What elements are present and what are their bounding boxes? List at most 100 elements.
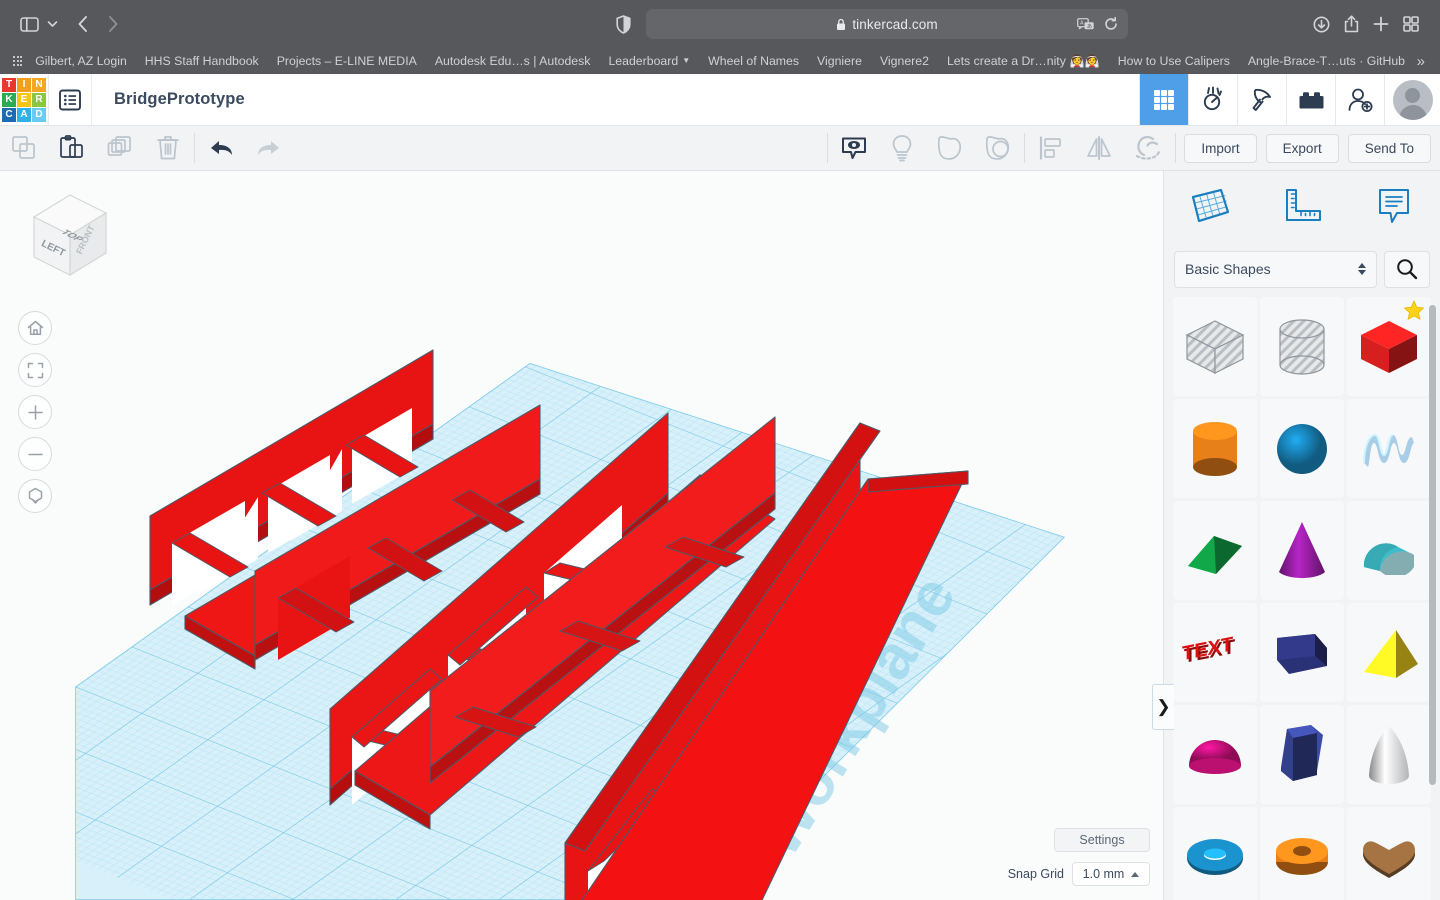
logo-letter: I [17, 77, 31, 92]
main-area: Workplane TOP LEFT FRONT Settings Snap G… [0, 171, 1440, 900]
align-icon [1027, 126, 1075, 171]
bookmark-how-to-use-calipers[interactable]: How to Use Calipers [1109, 52, 1239, 70]
export-button[interactable]: Export [1265, 133, 1339, 163]
scene-3d[interactable]: Workplane [0, 171, 1163, 900]
bookmark-projects-eline-media[interactable]: Projects – E-LINE MEDIA [268, 52, 426, 70]
shape-cylinder-hole[interactable] [1260, 297, 1344, 396]
star-icon [1403, 300, 1425, 321]
search-icon[interactable] [1384, 250, 1430, 288]
shapes-scroll-area[interactable]: TEXT TEXT [1164, 297, 1440, 900]
panel-collapse-handle[interactable]: ❯ [1152, 684, 1174, 730]
svg-text:A: A [1080, 20, 1084, 26]
shape-polygon-navy[interactable] [1260, 603, 1344, 702]
logo-letter: N [32, 77, 46, 92]
bookmark-label: Gilbert, AZ Login [35, 54, 127, 68]
shape-heart-brown[interactable] [1347, 807, 1431, 900]
shape-halfsphere-pink[interactable] [1173, 705, 1257, 804]
shape-box-red[interactable] [1347, 297, 1431, 396]
design-canvas[interactable]: Workplane TOP LEFT FRONT Settings Snap G… [0, 171, 1163, 900]
redo-icon [245, 126, 293, 171]
snap-grid-select[interactable]: 1.0 mm [1072, 862, 1150, 886]
add-person-icon[interactable] [1335, 74, 1384, 125]
page-title[interactable]: BridgePrototype [92, 74, 245, 125]
ungroup-icon [974, 126, 1022, 171]
view-cube[interactable]: TOP LEFT FRONT [12, 179, 117, 284]
bookmark-label: Autodesk Edu…s | Autodesk [434, 54, 591, 68]
shape-tube-orange[interactable] [1260, 807, 1344, 900]
bookmark-wheel-of-names[interactable]: Wheel of Names [699, 52, 808, 70]
sidebar-toggle-icon[interactable] [14, 10, 44, 38]
lego-brick-icon[interactable] [1286, 74, 1335, 125]
toolbar-divider [827, 133, 829, 163]
apps-grid-icon[interactable] [13, 56, 23, 66]
reload-icon[interactable] [1104, 17, 1118, 31]
avatar[interactable] [1384, 74, 1440, 125]
bookmark-leaderboard[interactable]: Leaderboard ▼ [599, 52, 699, 70]
shape-cylinder-orange[interactable] [1173, 399, 1257, 498]
zoom-in-icon[interactable] [18, 395, 52, 429]
bookmark-autodesk-edu[interactable]: Autodesk Edu…s | Autodesk [426, 52, 600, 70]
plus-icon[interactable] [1366, 10, 1396, 38]
pickaxe-minecraft-icon[interactable] [1237, 74, 1286, 125]
shape-category-select[interactable]: Basic Shapes [1174, 250, 1377, 288]
address-bar[interactable]: tinkercad.com A あ [646, 9, 1128, 39]
panel-scrollbar[interactable] [1429, 305, 1436, 785]
shape-cone-purple[interactable] [1260, 501, 1344, 600]
shape-halfcylinder-teal[interactable] [1347, 501, 1431, 600]
panel-tools [1164, 171, 1440, 241]
logo-letter: K [2, 92, 16, 107]
shape-text-red[interactable]: TEXT TEXT [1173, 603, 1257, 702]
logo-letter: E [17, 92, 31, 107]
snap-grid-row: Snap Grid 1.0 mm [1008, 862, 1150, 886]
ruler-icon[interactable] [1256, 185, 1348, 227]
sidebar-dropdown-icon[interactable] [44, 11, 60, 37]
logo-letter: D [32, 107, 46, 122]
tinkercad-logo[interactable]: TIN KER CAD [0, 74, 48, 125]
downloads-icon[interactable] [1306, 10, 1336, 38]
bookmark-label: HHS Staff Handbook [144, 54, 259, 68]
workplane-icon[interactable] [1164, 185, 1256, 227]
bookmark-hhs-staff-handbook[interactable]: HHS Staff Handbook [136, 52, 268, 70]
import-button[interactable]: Import [1184, 133, 1257, 163]
fit-to-view-icon[interactable] [18, 353, 52, 387]
privacy-shield-icon[interactable] [610, 10, 636, 38]
shape-hexprism-blue[interactable] [1260, 705, 1344, 804]
bookmarks-overflow-icon[interactable]: » [1417, 53, 1429, 70]
shape-box-hole[interactable] [1173, 297, 1257, 396]
note-icon[interactable] [1348, 185, 1440, 227]
logo-letter: R [32, 92, 46, 107]
shape-torus-blue[interactable] [1173, 807, 1257, 900]
bookmark-label: Vignere2 [879, 54, 929, 68]
shape-paraboloid-white[interactable] [1347, 705, 1431, 804]
translate-icon[interactable]: A あ [1077, 17, 1095, 31]
tab-overview-icon[interactable] [1396, 10, 1426, 38]
undo-icon[interactable] [197, 126, 245, 171]
bookmarks-bar: Gilbert, AZ Login HHS Staff Handbook Pro… [0, 48, 1440, 74]
bookmark-gilbert-az-login[interactable]: Gilbert, AZ Login [26, 52, 136, 70]
bookmark-lets-create-a-dr[interactable]: Lets create a Dr…nity 👰👰 [938, 52, 1109, 70]
bookmark-vigniere[interactable]: Vigniere [808, 52, 871, 70]
home-view-icon[interactable] [18, 311, 52, 345]
perspective-toggle-icon[interactable] [18, 479, 52, 513]
magnet-snap-icon [1123, 126, 1171, 171]
back-arrow-icon[interactable] [68, 10, 98, 38]
tinker-hand-icon[interactable] [1188, 74, 1237, 125]
bookmark-angle-brace-github[interactable]: Angle-Brace-T…uts · GitHub [1239, 52, 1414, 70]
shape-scribble-lightblue[interactable] [1347, 399, 1431, 498]
bookmark-label: Leaderboard [608, 54, 679, 68]
paste-icon[interactable] [48, 126, 96, 171]
panel-search-row: Basic Shapes [1164, 241, 1440, 297]
zoom-out-icon[interactable] [18, 437, 52, 471]
designs-grid-icon[interactable] [1139, 74, 1188, 125]
avatar-image [1392, 79, 1433, 120]
shape-sphere-blue[interactable] [1260, 399, 1344, 498]
share-icon[interactable] [1336, 10, 1366, 38]
logo-letter: A [17, 107, 31, 122]
shape-pyramid-yellow[interactable] [1347, 603, 1431, 702]
settings-button[interactable]: Settings [1054, 828, 1150, 852]
shape-roof-green[interactable] [1173, 501, 1257, 600]
visibility-eye-icon[interactable] [830, 126, 878, 171]
bookmark-vignere2[interactable]: Vignere2 [871, 52, 938, 70]
project-list-icon[interactable] [48, 74, 92, 125]
send-to-button[interactable]: Send To [1347, 133, 1431, 163]
